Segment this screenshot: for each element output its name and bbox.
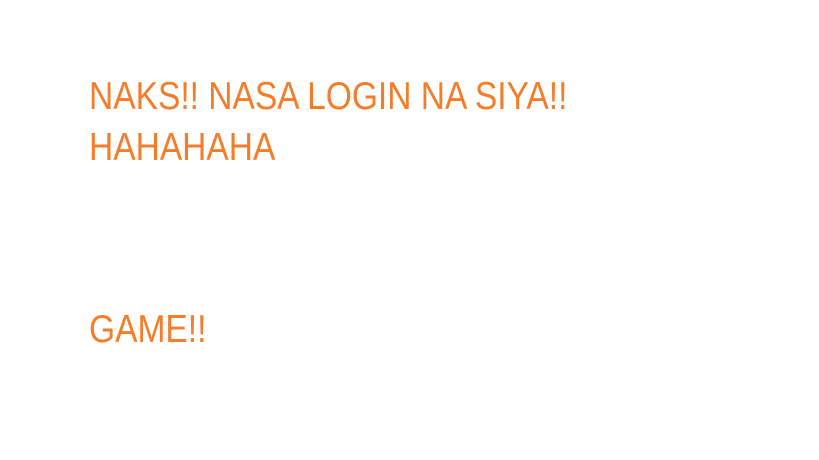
message-line-1: NAKS!! NASA LOGIN NA SIYA!!: [89, 75, 568, 118]
page-canvas: NAKS!! NASA LOGIN NA SIYA!! HAHAHAHA GAM…: [0, 0, 819, 460]
message-line-2: HAHAHAHA: [89, 126, 276, 169]
message-line-3: GAME!!: [89, 308, 207, 351]
